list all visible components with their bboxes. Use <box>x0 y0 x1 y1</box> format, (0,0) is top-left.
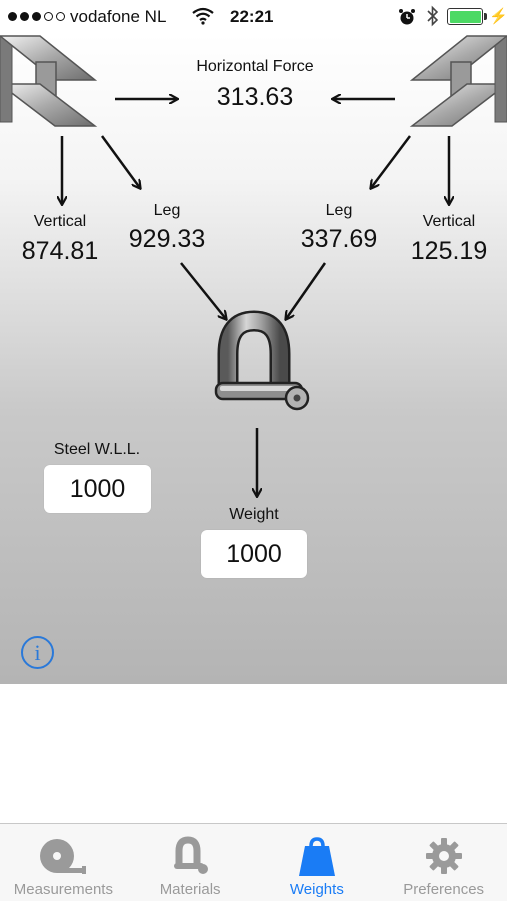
bluetooth-icon <box>426 5 440 32</box>
signal-dot <box>56 12 65 21</box>
signal-dot <box>8 12 17 21</box>
battery-level <box>449 10 481 23</box>
left-vertical-label: Vertical <box>33 213 87 230</box>
battery-tip <box>484 13 487 20</box>
status-bar: vodafone NL 22:21 ⚡ <box>0 0 507 34</box>
right-leg-value: 337.69 <box>300 225 378 253</box>
gear-icon <box>424 836 464 881</box>
tab-label: Measurements <box>13 881 113 898</box>
tab-measurements[interactable]: Measurements <box>0 824 127 901</box>
left-leg-to-shackle-arrow <box>180 262 226 319</box>
shackle-icon <box>214 310 310 411</box>
carrier-name: vodafone NL <box>70 7 167 26</box>
tape-measure-icon <box>37 836 89 881</box>
steel-wll-label: Steel W.L.L. <box>53 441 141 458</box>
right-leg-to-shackle-arrow <box>286 262 327 319</box>
alarm-icon <box>398 8 416 31</box>
tab-label: Materials <box>159 881 221 898</box>
status-time: 22:21 <box>230 7 274 26</box>
horizontal-force-label: Horizontal Force <box>196 58 314 75</box>
left-leg-label: Leg <box>153 202 181 219</box>
weight-input[interactable]: 1000 <box>201 530 307 578</box>
info-button[interactable]: i <box>21 636 54 669</box>
tab-preferences[interactable]: Preferences <box>380 824 507 901</box>
tab-weights[interactable]: Weights <box>254 824 381 901</box>
left-leg-arrow <box>100 135 140 188</box>
signal-dot <box>32 12 41 21</box>
diagram-graphics <box>0 35 507 684</box>
battery-icon <box>447 8 483 25</box>
steel-wll-input[interactable]: 1000 <box>44 465 151 513</box>
right-steel-beam-icon <box>409 35 507 127</box>
horizontal-force-value: 313.63 <box>216 83 294 111</box>
left-leg-value: 929.33 <box>128 225 206 253</box>
signal-dot <box>20 12 29 21</box>
charging-icon: ⚡ <box>489 8 507 25</box>
tab-label: Preferences <box>403 881 485 898</box>
signal-strength-icon <box>8 12 65 21</box>
shackle-icon <box>169 836 211 883</box>
left-steel-beam-icon <box>0 35 98 127</box>
right-vertical-value: 125.19 <box>410 237 488 265</box>
weight-label: Weight <box>229 506 279 523</box>
wifi-icon <box>192 7 214 30</box>
force-arrows <box>62 99 449 496</box>
left-vertical-value: 874.81 <box>21 237 99 265</box>
signal-dot <box>44 12 53 21</box>
tab-materials[interactable]: Materials <box>127 824 254 901</box>
tab-bar: Measurements Materials Weights Preferenc… <box>0 823 507 901</box>
right-leg-arrow <box>371 135 411 188</box>
force-diagram: Horizontal Force 313.63 Vertical 874.81 … <box>0 34 507 684</box>
weight-icon <box>296 836 338 883</box>
right-leg-label: Leg <box>325 202 353 219</box>
right-vertical-label: Vertical <box>422 213 476 230</box>
tab-label: Weights <box>289 881 344 898</box>
